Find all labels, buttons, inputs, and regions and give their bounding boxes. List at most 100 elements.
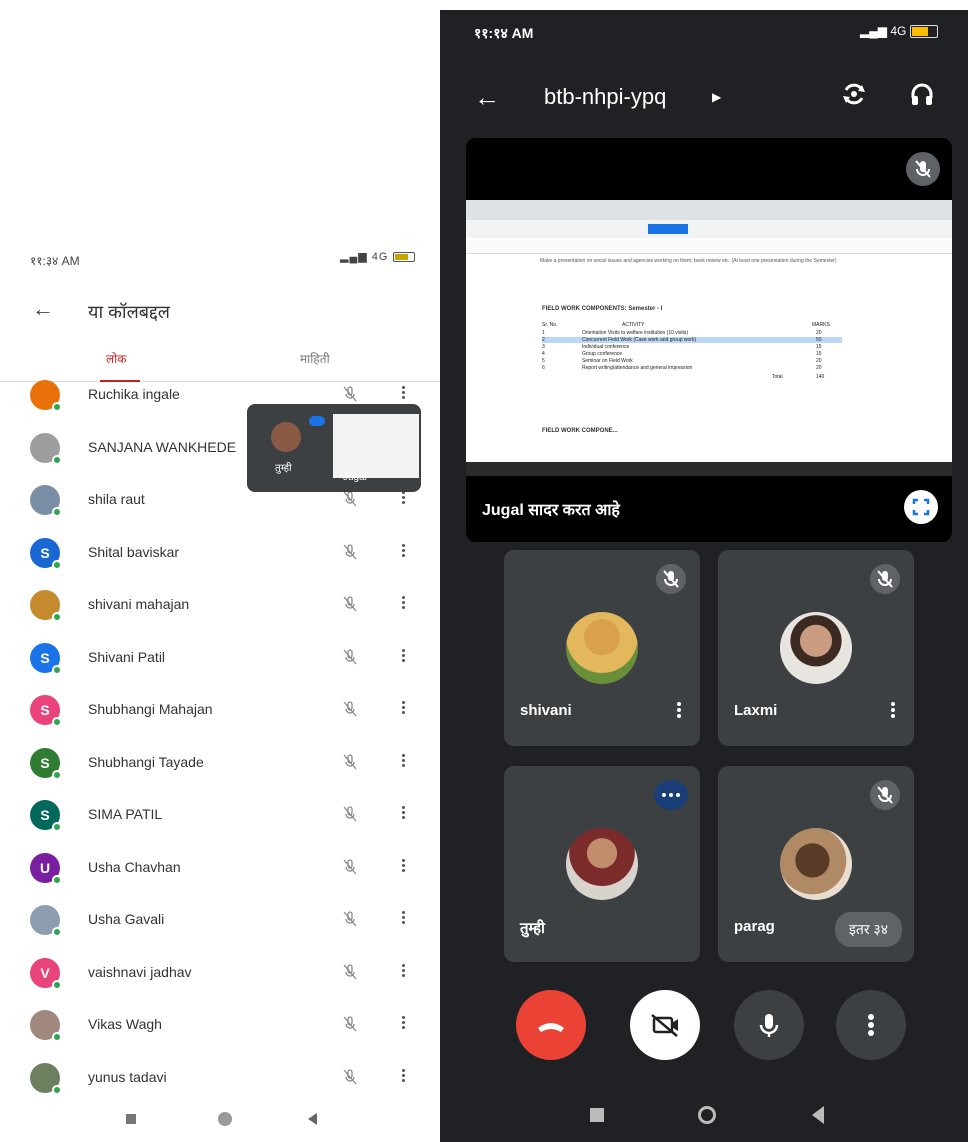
mic-off-icon <box>343 491 357 507</box>
mic-off-icon <box>906 152 940 186</box>
participant-row[interactable]: S Shubhangi Tayade <box>0 738 440 790</box>
participants-screen: ११:३४ AM ▂▄▆ 4G ← या कॉलबद्दल लोक माहिती… <box>0 0 440 1142</box>
presentation-tile[interactable]: Make a presentation on social issues and… <box>466 138 952 542</box>
participant-row[interactable]: shivani mahajan <box>0 580 440 632</box>
switch-camera-icon[interactable] <box>840 80 868 108</box>
participant-name: तुम्ही <box>520 920 545 937</box>
end-call-icon[interactable] <box>516 990 586 1060</box>
table-row: 1 Orientation Visits to welfare instituti… <box>542 330 842 336</box>
more-vert-icon[interactable] <box>400 647 406 667</box>
participant-name: Vikas Wagh <box>88 1016 162 1032</box>
table-cell: 15 <box>816 344 822 350</box>
avatar: S <box>30 747 62 780</box>
participant-name: shivani mahajan <box>88 596 190 612</box>
mic-off-icon <box>870 564 900 594</box>
avatar <box>566 828 638 900</box>
table-cell: 3 <box>542 344 545 350</box>
home-button[interactable] <box>218 1112 232 1126</box>
participant-name: Ruchika ingale <box>88 386 180 402</box>
table-total-row: Total 140 <box>542 374 842 380</box>
participant-name: SANJANA WANKHEDE <box>88 438 237 455</box>
online-status-dot <box>52 402 62 412</box>
home-button[interactable] <box>698 1106 716 1124</box>
more-vert-icon[interactable] <box>400 384 406 404</box>
recents-button[interactable] <box>126 1114 136 1124</box>
online-status-dot <box>52 717 62 727</box>
participant-row[interactable]: S Shital baviskar <box>0 528 440 580</box>
participant-row[interactable]: Usha Gavali <box>0 895 440 947</box>
avatar-initial: S <box>40 702 50 718</box>
back-button[interactable] <box>812 1106 824 1124</box>
back-button[interactable] <box>308 1113 317 1125</box>
document-intro: Make a presentation on social issues and… <box>540 258 837 264</box>
headphones-icon[interactable] <box>908 80 936 108</box>
participant-tile-self[interactable]: तुम्ही <box>504 766 700 962</box>
participant-tile-parag[interactable]: parag इतर ३४ <box>718 766 914 962</box>
table-header-cell: ACTIVITY <box>622 322 645 328</box>
avatar <box>566 612 638 684</box>
more-vert-icon[interactable] <box>400 1014 406 1034</box>
participant-row[interactable]: S Shivani Patil <box>0 633 440 685</box>
table-cell: 5 <box>542 358 545 364</box>
more-vert-icon[interactable] <box>400 699 406 719</box>
presenter-caption: Jugal सादर करत आहे <box>482 502 620 519</box>
fullscreen-icon[interactable] <box>904 490 938 524</box>
avatar <box>30 380 62 412</box>
more-vert-icon[interactable] <box>400 857 406 877</box>
more-vert-icon[interactable] <box>676 700 682 722</box>
participant-row[interactable]: S Shubhangi Mahajan <box>0 685 440 737</box>
status-time: ११:१४ AM <box>474 25 534 41</box>
back-arrow-icon[interactable]: ← <box>474 82 500 113</box>
recents-button[interactable] <box>590 1108 604 1122</box>
more-vert-icon[interactable] <box>400 909 406 929</box>
browser-address-bar <box>466 220 952 238</box>
mic-off-icon <box>343 596 357 612</box>
table-cell: Report writing/attendance and general im… <box>582 365 693 371</box>
avatar <box>30 590 62 622</box>
table-cell: 4 <box>542 351 545 357</box>
participant-name: vaishnavi jadhav <box>88 963 192 980</box>
more-vert-icon[interactable] <box>890 700 896 722</box>
camera-off-icon[interactable] <box>630 990 700 1060</box>
status-bar: ११:३४ AM ▂▄▆ 4G <box>0 246 440 272</box>
more-vert-icon[interactable] <box>400 804 406 824</box>
table-row: 5 Seminar on Field Work 20 <box>542 358 842 364</box>
more-vert-icon[interactable] <box>400 962 406 982</box>
participant-name: parag <box>734 918 775 935</box>
more-participants-button[interactable]: इतर ३४ <box>834 912 902 947</box>
self-label: तुम्ही <box>275 463 292 474</box>
avatar: S <box>30 537 62 570</box>
participant-row[interactable]: Vvaishnavi jadhav <box>0 948 440 1000</box>
document-heading-2: FIELD WORK COMPONE... <box>542 428 618 434</box>
avatar <box>780 612 852 684</box>
chevron-right-icon[interactable]: ▶ <box>712 90 721 104</box>
more-vert-icon[interactable] <box>400 752 406 772</box>
back-arrow-icon[interactable]: ← <box>32 296 54 322</box>
microphone-icon[interactable] <box>734 990 804 1060</box>
participant-tile-laxmi[interactable]: Laxmi <box>718 550 914 746</box>
participant-row[interactable]: S SIMA PATIL <box>0 790 440 842</box>
more-options-icon[interactable] <box>836 990 906 1060</box>
picture-in-picture-window[interactable]: तुम्ही Jugal <box>247 404 421 492</box>
participant-name: Shubhangi Mahajan <box>88 701 213 717</box>
document-heading: FIELD WORK COMPONENTS: Semester - I <box>542 306 663 312</box>
online-status-dot <box>52 559 62 570</box>
more-vert-icon[interactable] <box>400 594 406 614</box>
tab-info[interactable]: माहिती <box>300 350 330 367</box>
more-vert-icon[interactable] <box>400 542 406 562</box>
avatar-initial: S <box>40 807 50 823</box>
participant-row[interactable]: Vikas Wagh <box>0 1000 440 1052</box>
participant-row[interactable]: yunus tadavi <box>0 1053 440 1105</box>
more-vert-icon[interactable] <box>400 1067 406 1087</box>
table-cell: Concurrent Field Work (Case work and gro… <box>582 337 697 343</box>
avatar: V <box>30 957 62 990</box>
participant-row[interactable]: U Usha Chavhan <box>0 843 440 895</box>
table-row: 3 Individual conference 15 <box>542 344 842 350</box>
participant-name: shila raut <box>88 491 145 507</box>
more-vert-icon[interactable] <box>400 489 406 509</box>
meeting-code[interactable]: btb-nhpi-ypq <box>544 84 666 110</box>
tab-people[interactable]: लोक <box>106 350 126 367</box>
participant-tile-shivani[interactable]: shivani <box>504 550 700 746</box>
document-toolbar <box>466 240 952 254</box>
participants-header: ← या कॉलबद्दल <box>0 286 440 334</box>
